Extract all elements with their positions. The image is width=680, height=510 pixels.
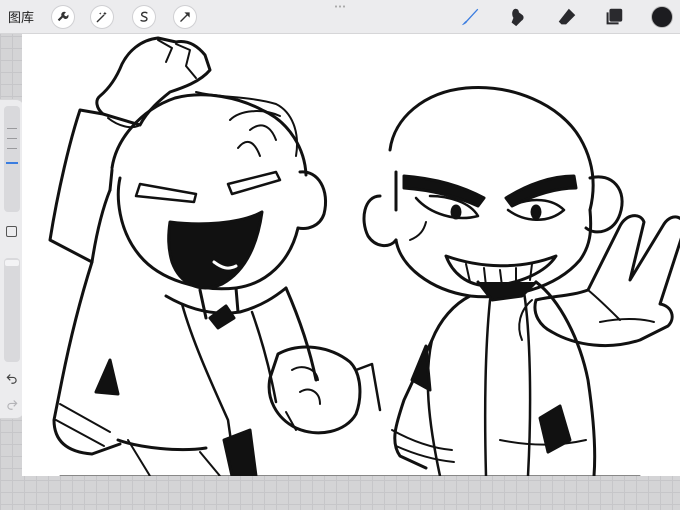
- layers-button[interactable]: [602, 5, 626, 29]
- wrench-icon: [57, 11, 69, 22]
- redo-icon: [7, 400, 18, 410]
- opacity-slider[interactable]: [4, 258, 20, 362]
- smudge-tool-button[interactable]: [506, 5, 530, 29]
- brush-tool-button[interactable]: [458, 5, 482, 29]
- bottom-background: [0, 476, 680, 510]
- toolbar-grip-handle[interactable]: [334, 5, 346, 8]
- eraser-tool-button[interactable]: [555, 5, 579, 29]
- slider-tick: [7, 148, 17, 149]
- smudge-icon: [511, 8, 524, 27]
- color-swatch-button[interactable]: [651, 6, 673, 28]
- transform-button[interactable]: [174, 6, 196, 28]
- modify-button[interactable]: [6, 226, 17, 237]
- selection-s-icon: [140, 11, 148, 22]
- slider-tick: [7, 128, 17, 129]
- brush-icon: [461, 8, 479, 26]
- undo-icon: [6, 374, 17, 384]
- slider-tick: [7, 138, 17, 139]
- opacity-thumb[interactable]: [5, 260, 19, 266]
- left-sidebar: [0, 100, 24, 418]
- transform-arrow-icon: [180, 12, 190, 22]
- selection-button[interactable]: [133, 6, 155, 28]
- undo-button[interactable]: [5, 370, 19, 384]
- top-toolbar: 图库: [0, 0, 680, 34]
- gallery-button[interactable]: 图库: [8, 7, 34, 26]
- adjustments-button[interactable]: [91, 6, 113, 28]
- line-art-drawing: [48, 36, 680, 476]
- layers-icon: [606, 8, 623, 25]
- eraser-icon: [558, 8, 576, 25]
- brush-size-thumb[interactable]: [6, 162, 18, 164]
- brush-size-slider[interactable]: [4, 106, 20, 212]
- actions-wrench-button[interactable]: [52, 6, 74, 28]
- magic-wand-icon: [96, 11, 107, 23]
- redo-button[interactable]: [5, 396, 19, 410]
- drawing-canvas[interactable]: [22, 34, 680, 476]
